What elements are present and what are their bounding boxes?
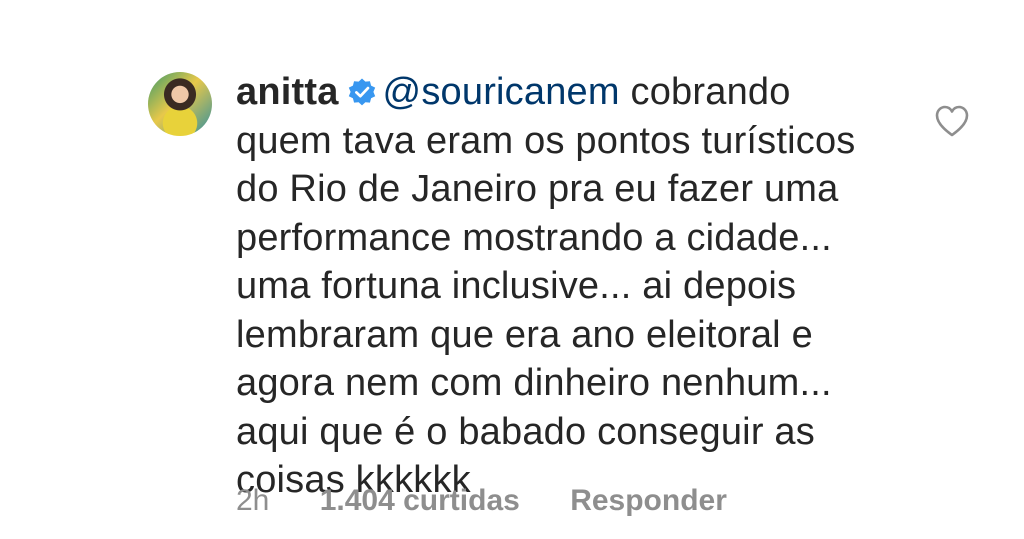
reply-button[interactable]: Responder: [570, 484, 727, 517]
timestamp: 2h: [236, 484, 270, 517]
likes-count[interactable]: 1.404 curtidas: [320, 484, 520, 517]
verified-badge-icon: [348, 78, 375, 106]
username[interactable]: anitta: [236, 71, 339, 113]
comment-body: anitta @souricanem cobrando quem tava er…: [236, 68, 876, 505]
heart-outline-icon[interactable]: [934, 104, 970, 138]
comment-text: cobrando quem tava eram os pontos turíst…: [236, 71, 856, 501]
comment-actions: 2h 1.404 curtidas Responder: [236, 484, 769, 518]
comment: anitta @souricanem cobrando quem tava er…: [0, 0, 1024, 539]
mention-link[interactable]: @souricanem: [383, 71, 620, 113]
avatar[interactable]: [148, 72, 212, 136]
